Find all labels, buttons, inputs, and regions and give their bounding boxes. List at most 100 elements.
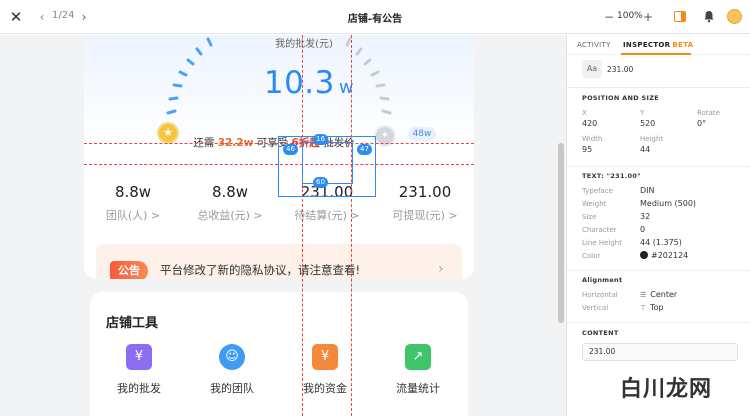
align-center-icon: ☰: [640, 291, 647, 299]
wholesale-icon: ¥: [126, 344, 152, 370]
stat-label: 团队(人) >: [105, 209, 161, 222]
align-top-icon: ⊤: [640, 304, 647, 312]
x-label: X: [582, 109, 587, 117]
watermark: 白川龙网: [620, 377, 713, 402]
page-title: 店铺-有公告: [347, 14, 403, 25]
section-position-size: POSITION AND SIZE: [582, 94, 659, 102]
horizontal-text: Center: [650, 290, 678, 299]
measure-box: [302, 142, 353, 184]
next-level-badge: 48w: [408, 127, 436, 141]
chevron-left-icon[interactable]: ‹: [36, 9, 48, 25]
avatar[interactable]: [727, 9, 742, 24]
chevron-right-icon: ›: [438, 261, 444, 277]
bell-icon[interactable]: [703, 10, 715, 23]
wholesale-amount-value: 10.3: [263, 65, 335, 101]
shop-tools-card: 店铺工具 ¥ 我的批发 ☺ 我的团队 ¥ 我的资金 ↗ 流量统计: [90, 292, 468, 416]
canvas-scrollbar[interactable]: [558, 143, 564, 323]
width-value[interactable]: 95: [582, 145, 592, 154]
zoom-level: 100%: [617, 11, 643, 21]
horizontal-label: Horizontal: [582, 291, 618, 299]
color-swatch: [640, 251, 648, 259]
color-label: Color: [582, 252, 601, 260]
zoom-out-button[interactable]: −: [603, 9, 615, 25]
wholesale-amount: 10.3 w: [244, 65, 374, 101]
typeface-label: Typeface: [582, 187, 613, 195]
stat-total-income[interactable]: 8.8w 总收益(元) >: [181, 183, 279, 223]
tool-traffic[interactable]: ↗ 流量统计: [383, 344, 453, 396]
size-value: 32: [640, 212, 651, 221]
measure-top: 16: [313, 134, 328, 145]
tool-team[interactable]: ☺ 我的团队: [197, 344, 267, 396]
y-value[interactable]: 520: [640, 119, 655, 128]
character-value: 0: [640, 225, 646, 234]
divider: [567, 270, 750, 271]
rotate-value[interactable]: 0°: [697, 119, 706, 128]
team-icon: ☺: [219, 344, 245, 370]
toolbar: ✕ ‹ 1/24 › 店铺-有公告 − 100% +: [0, 0, 750, 34]
line-height-value: 44 (1.375): [640, 238, 682, 247]
character-label: Character: [582, 226, 617, 234]
page-indicator: 1/24: [52, 10, 75, 21]
stat-withdrawable[interactable]: 231.00 可提现(元) >: [376, 183, 474, 223]
divider: [567, 87, 750, 88]
tool-label: 我的团队: [210, 382, 254, 395]
tool-label: 我的批发: [117, 382, 161, 395]
notice-tag: 公告: [110, 261, 148, 279]
horizontal-value: ☰ Center: [640, 290, 677, 299]
tool-label: 我的资金: [303, 382, 347, 395]
tab-activity[interactable]: ACTIVITY: [577, 41, 611, 49]
design-canvas[interactable]: 我的批发(元) 10.3 w ★ ✦ 还需 32.2w 可享受 6折起 批发价 4…: [0, 35, 566, 416]
typeface-value: DIN: [640, 186, 655, 195]
tab-inspector[interactable]: INSPECTOR BETA: [623, 41, 693, 49]
vertical-label: Vertical: [582, 304, 609, 312]
stat-label: 可提现(元) >: [392, 209, 458, 222]
funds-icon: ¥: [312, 344, 338, 370]
measure-right: 47: [357, 144, 372, 155]
vertical-value: ⊤ Top: [640, 303, 664, 312]
gauge-label: 我的批发(元): [275, 39, 333, 50]
stat-label: 待结算(元) >: [294, 209, 360, 222]
height-label: Height: [640, 135, 664, 143]
traffic-stats-icon: ↗: [405, 344, 431, 370]
content-field[interactable]: 231.00: [582, 343, 738, 361]
panel-toggle-icon[interactable]: [674, 11, 686, 22]
text-layer-icon: Aa: [582, 60, 602, 78]
notice-banner[interactable]: 公告 平台修改了新的隐私协议，请注意查看! ›: [96, 244, 462, 279]
width-label: Width: [582, 135, 603, 143]
close-icon[interactable]: ✕: [8, 9, 24, 25]
tool-wholesale[interactable]: ¥ 我的批发: [104, 344, 174, 396]
active-tab-indicator: [621, 53, 691, 55]
inspector-tabs: ACTIVITY INSPECTOR BETA: [567, 35, 750, 55]
zoom-in-button[interactable]: +: [642, 9, 654, 25]
color-hex: #202124: [651, 251, 689, 260]
divider: [567, 166, 750, 167]
x-value[interactable]: 420: [582, 119, 597, 128]
weight-value: Medium (500): [640, 199, 697, 208]
vertical-text: Top: [650, 303, 664, 312]
section-content: CONTENT: [582, 329, 619, 337]
size-label: Size: [582, 213, 597, 221]
tab-inspector-label: INSPECTOR: [623, 41, 671, 49]
measure-bottom: 60: [313, 177, 328, 188]
weight-label: Weight: [582, 200, 607, 208]
section-alignment: Alignment: [582, 276, 623, 284]
tool-label: 流量统计: [396, 382, 440, 395]
y-label: Y: [640, 109, 645, 117]
line-height-label: Line Height: [582, 239, 622, 247]
tool-funds[interactable]: ¥ 我的资金: [290, 344, 360, 396]
height-value[interactable]: 44: [640, 145, 650, 154]
notice-text: 平台修改了新的隐私协议，请注意查看!: [160, 263, 361, 277]
guide-line-right: [351, 35, 352, 416]
stat-team[interactable]: 8.8w 团队(人) >: [84, 183, 182, 223]
tools-title: 店铺工具: [106, 316, 159, 331]
chevron-right-icon[interactable]: ›: [78, 9, 90, 25]
color-value[interactable]: #202124: [640, 251, 688, 260]
rotate-label: Rotate: [697, 109, 720, 117]
beta-badge: BETA: [672, 41, 694, 49]
stat-value: 231.00: [398, 183, 452, 201]
stat-value: 8.8w: [211, 183, 249, 201]
stat-label: 总收益(元) >: [197, 209, 263, 222]
measure-left: 46: [283, 144, 298, 155]
stat-value: 8.8w: [114, 183, 152, 201]
section-text: TEXT: "231.00": [582, 172, 641, 180]
